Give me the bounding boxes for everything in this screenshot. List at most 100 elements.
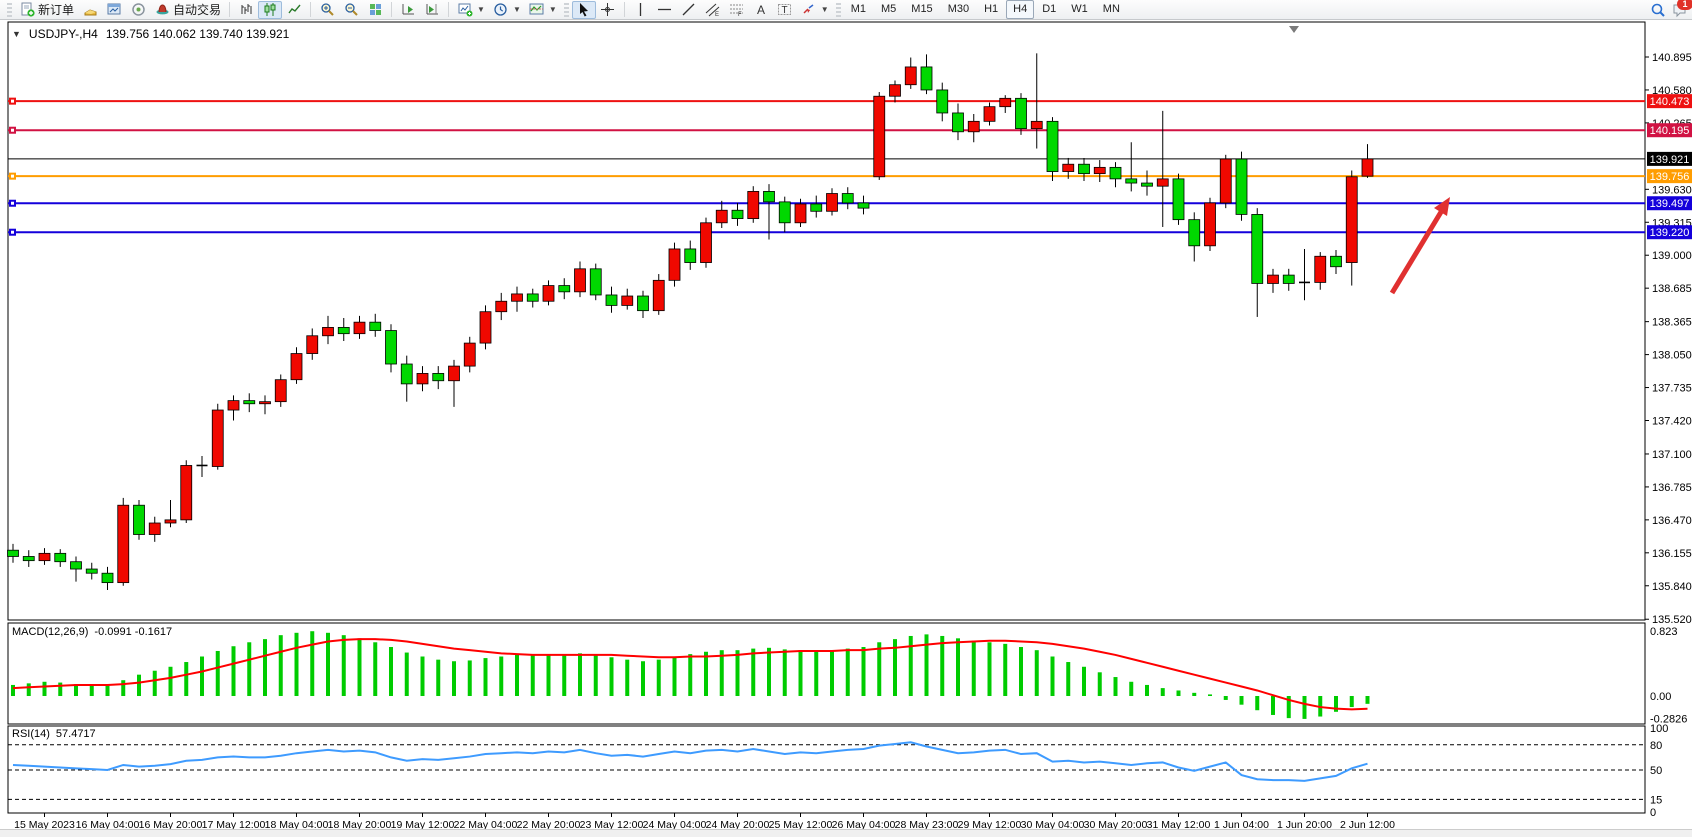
svg-text:T: T: [782, 5, 788, 16]
svg-text:139.756: 139.756: [1650, 171, 1690, 183]
svg-text:0: 0: [1650, 807, 1656, 819]
autotrading-hat-icon: [154, 2, 170, 18]
new-chart-icon: [457, 2, 473, 18]
autotrading-button[interactable]: 自动交易: [150, 0, 225, 20]
price-badge-140.195: 140.195: [1647, 123, 1692, 137]
candlestick-mode-icon[interactable]: [258, 1, 282, 19]
svg-text:139.000: 139.000: [1652, 250, 1692, 262]
chart-shift-icon[interactable]: [420, 1, 444, 19]
timeframe-M15[interactable]: M15: [904, 0, 939, 19]
svg-text:0.823: 0.823: [1650, 626, 1678, 638]
crosshair-tool-icon[interactable]: [596, 1, 620, 19]
navigator-icon[interactable]: [102, 1, 126, 19]
templates-dropdown[interactable]: ▼: [549, 5, 557, 14]
macd-label: MACD(12,26,9): [12, 626, 88, 638]
price-axis[interactable]: 140.895140.580140.265139.630139.315139.0…: [1645, 52, 1692, 626]
timeframe-group: M1M5M15M30H1H4D1W1MN: [844, 0, 1127, 19]
fibonacci-tool-icon[interactable]: F: [725, 1, 749, 19]
svg-text:15: 15: [1650, 794, 1662, 806]
svg-text:138.050: 138.050: [1652, 350, 1692, 362]
terminal-icon[interactable]: [126, 1, 150, 19]
svg-text:135.520: 135.520: [1652, 614, 1692, 626]
trendline-tool-icon[interactable]: [677, 1, 701, 19]
periods-clock-icon: [493, 2, 509, 18]
notification-badge: 1: [1677, 0, 1692, 10]
svg-text:140.195: 140.195: [1650, 125, 1690, 137]
arrows-tool-button[interactable]: ▼: [797, 0, 833, 20]
svg-text:139.497: 139.497: [1650, 198, 1690, 210]
new-order-button[interactable]: 新订单: [15, 0, 78, 20]
tile-windows-icon[interactable]: [363, 1, 387, 19]
zoom-out-icon[interactable]: [339, 1, 363, 19]
svg-text:E: E: [715, 12, 719, 17]
new-order-icon: [19, 2, 35, 18]
line-chart-mode-icon[interactable]: [282, 1, 306, 19]
new-order-label: 新订单: [38, 1, 74, 18]
notifications-icon[interactable]: 1: [1672, 2, 1688, 18]
periods-button[interactable]: ▼: [489, 0, 525, 20]
timeframe-D1[interactable]: D1: [1035, 0, 1063, 19]
svg-text:136.470: 136.470: [1652, 515, 1692, 527]
autotrading-label: 自动交易: [173, 1, 221, 18]
indicator-axis[interactable]: 0.8230.00-0.28261008050150: [1650, 626, 1687, 819]
price-badge-139.756: 139.756: [1647, 169, 1692, 183]
svg-text:140.895: 140.895: [1652, 52, 1692, 64]
periods-dropdown[interactable]: ▼: [513, 5, 521, 14]
svg-text:139.921: 139.921: [1650, 154, 1690, 166]
svg-text:136.785: 136.785: [1652, 482, 1692, 494]
svg-text:138.365: 138.365: [1652, 317, 1692, 329]
timeframe-M5[interactable]: M5: [874, 0, 903, 19]
toolbar-grip-3[interactable]: [836, 3, 841, 17]
horizontal-line-tool-icon[interactable]: [653, 1, 677, 19]
arrows-dropdown[interactable]: ▼: [821, 5, 829, 14]
templates-icon: [529, 2, 545, 18]
market-watch-icon[interactable]: [78, 1, 102, 19]
search-icon[interactable]: [1650, 2, 1666, 18]
new-chart-button[interactable]: ▼: [453, 0, 489, 20]
main-price-pane[interactable]: [8, 22, 1645, 620]
timeframe-H4[interactable]: H4: [1006, 0, 1034, 19]
zoom-in-icon[interactable]: [315, 1, 339, 19]
templates-button[interactable]: ▼: [525, 0, 561, 20]
text-tool-icon[interactable]: A: [749, 1, 773, 19]
svg-text:80: 80: [1650, 740, 1662, 752]
price-badge-140.473: 140.473: [1647, 94, 1692, 108]
svg-text:50: 50: [1650, 765, 1662, 777]
chart-header: ▼ USDJPY-,H4 139.756 140.062 139.740 139…: [12, 27, 289, 41]
svg-text:100: 100: [1650, 723, 1668, 735]
chart-ohlc-values: 139.756 140.062 139.740 139.921: [106, 27, 290, 41]
svg-text:139.220: 139.220: [1650, 227, 1690, 239]
svg-text:136.155: 136.155: [1652, 548, 1692, 560]
rsi-header: RSI(14) 57.4717: [12, 728, 96, 740]
toolbar-grip[interactable]: [7, 3, 12, 17]
timeframe-W1[interactable]: W1: [1064, 0, 1095, 19]
price-badge-139.220: 139.220: [1647, 225, 1692, 239]
svg-text:135.840: 135.840: [1652, 581, 1692, 593]
chart-panes[interactable]: [8, 22, 1645, 813]
text-label-tool-icon[interactable]: T: [773, 1, 797, 19]
chart-canvas[interactable]: 140.895140.580140.265139.630139.315139.0…: [0, 0, 1692, 837]
timeframe-MN[interactable]: MN: [1096, 0, 1127, 19]
symbol-dropdown-icon[interactable]: ▼: [12, 29, 21, 39]
cursor-tool-icon[interactable]: [572, 1, 596, 19]
bar-chart-mode-icon[interactable]: [234, 1, 258, 19]
timeframe-M1[interactable]: M1: [844, 0, 873, 19]
timeframe-H1[interactable]: H1: [977, 0, 1005, 19]
svg-text:A: A: [757, 3, 765, 17]
equidistant-channel-tool-icon[interactable]: E: [701, 1, 725, 19]
main-toolbar: 新订单 自动交易: [0, 0, 1692, 20]
macd-values: -0.0991 -0.1617: [94, 626, 172, 638]
auto-scroll-icon[interactable]: [396, 1, 420, 19]
macd-pane[interactable]: [8, 623, 1645, 724]
trading-platform-window: 新订单 自动交易: [0, 0, 1692, 837]
timeframe-M30[interactable]: M30: [941, 0, 976, 19]
rsi-value: 57.4717: [56, 728, 96, 740]
svg-text:137.735: 137.735: [1652, 383, 1692, 395]
macd-header: MACD(12,26,9) -0.0991 -0.1617: [12, 626, 172, 638]
new-chart-dropdown[interactable]: ▼: [477, 5, 485, 14]
toolbar-grip-2[interactable]: [564, 3, 569, 17]
vertical-line-tool-icon[interactable]: [629, 1, 653, 19]
svg-text:139.630: 139.630: [1652, 184, 1692, 196]
chart-title: USDJPY-,H4: [29, 27, 98, 41]
price-badge-139.921: 139.921: [1647, 152, 1692, 166]
